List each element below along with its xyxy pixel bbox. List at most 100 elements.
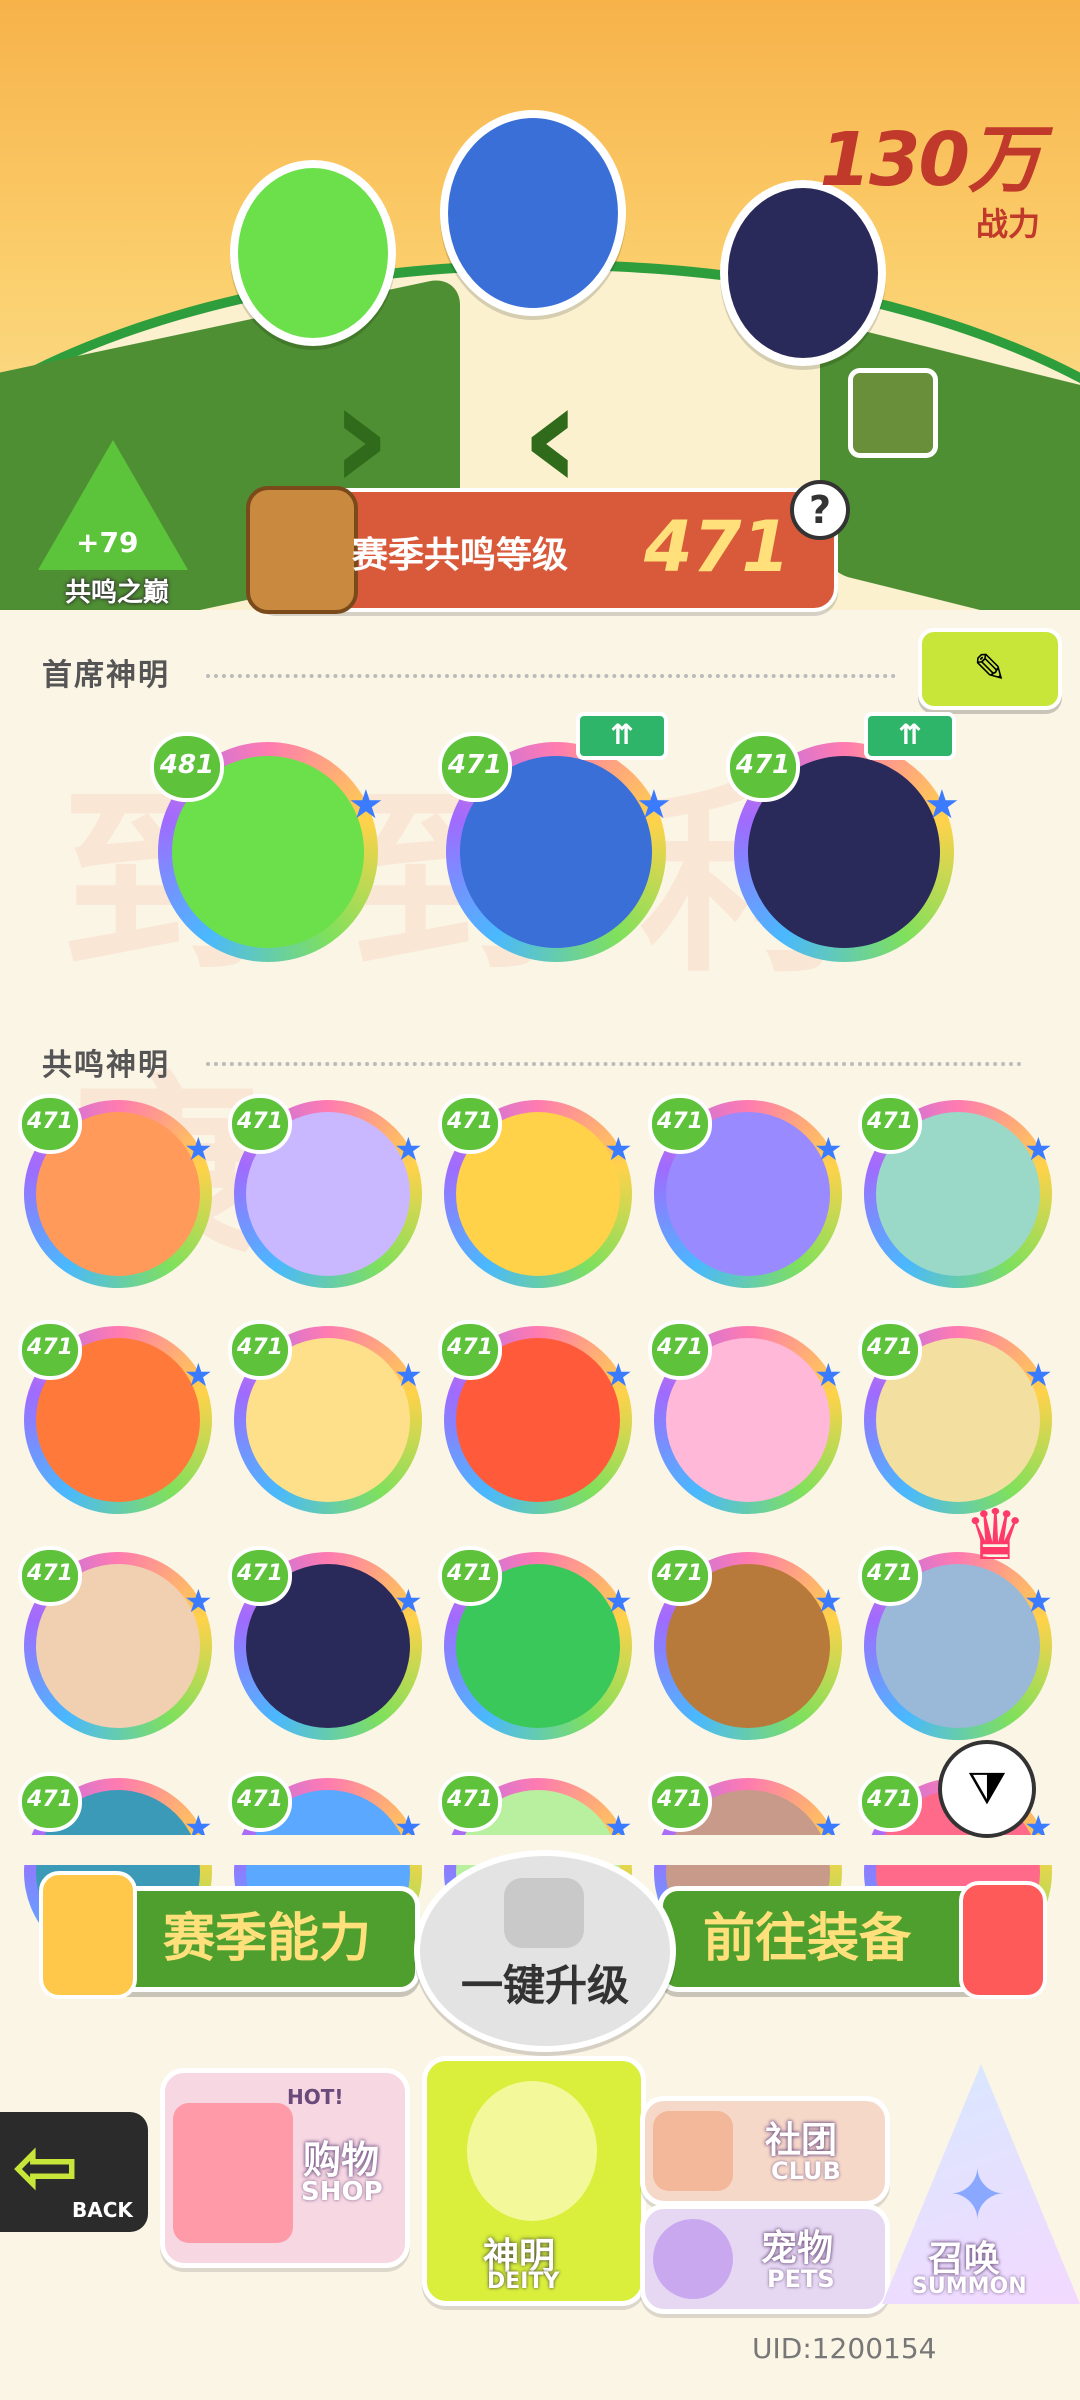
resonance-deity-card[interactable]: 471 ★ <box>648 1546 843 1740</box>
filter-icon: ⧩ <box>967 1763 1007 1814</box>
level-badge: 471 <box>18 1320 82 1380</box>
resonance-deity-card[interactable]: 471 ★ <box>648 1094 843 1288</box>
barrel-icon <box>246 486 358 614</box>
star-icon: ★ <box>924 782 960 828</box>
level-badge: 481 <box>150 732 224 802</box>
combat-power: 130万 战力 <box>820 100 1042 245</box>
level-badge: 471 <box>858 1094 922 1154</box>
level-badge: 471 <box>648 1320 712 1380</box>
chief-deity-title: 首席神明 <box>42 658 170 693</box>
crown-icon: ♛ <box>964 1494 1027 1576</box>
star-icon: ★ <box>1024 1356 1053 1394</box>
resonance-deity-card[interactable]: 471 ★ <box>18 1546 213 1740</box>
flip-flop-icon <box>959 1881 1047 1999</box>
nav-deity[interactable]: 神明 DEITY <box>422 2056 646 2306</box>
season-level-value: 471 <box>644 506 791 588</box>
nav-shop[interactable]: HOT! 购物 SHOP <box>160 2068 410 2268</box>
peak-bonus: +79 <box>76 526 139 559</box>
level-badge: 471 <box>18 1772 82 1832</box>
go-equipment-button[interactable]: 前往装备 <box>658 1881 1047 1999</box>
peak-label: 共鸣之巅 <box>64 578 169 608</box>
star-icon: ★ <box>814 1356 843 1394</box>
go-equipment-label: 前往装备 <box>703 1909 912 1969</box>
chief-deity-card[interactable]: 471 ★ ⇈ <box>726 712 960 962</box>
back-button[interactable]: ⇦ BACK <box>0 2112 148 2232</box>
star-icon: ★ <box>1024 1130 1053 1168</box>
edit-team-button[interactable]: ✎ <box>918 628 1062 710</box>
one-click-upgrade-button[interactable]: 一键升级 <box>414 1850 676 2052</box>
shop-hot-badge: HOT! <box>287 2085 344 2109</box>
nav-summon[interactable]: ✦ 召唤 SUMMON <box>882 2064 1080 2304</box>
season-level-label: 赛季共鸣等级 <box>352 535 569 576</box>
resonance-deity-card[interactable]: 471 ★ <box>858 1320 1053 1514</box>
resonance-deity-title: 共鸣神明 <box>42 1048 170 1083</box>
back-label: BACK <box>72 2198 133 2222</box>
resonance-peak-button[interactable]: +79 共鸣之巅 <box>38 440 188 610</box>
pets-label-cn: 宠物 <box>761 2228 834 2269</box>
season-level-banner[interactable]: 赛季共鸣等级 471 <box>246 486 838 614</box>
nav-club[interactable]: 社团 CLUB <box>640 2096 890 2206</box>
level-badge: 471 <box>228 1772 292 1832</box>
level-badge: 471 <box>438 732 512 802</box>
help-icon[interactable]: ? <box>790 480 850 540</box>
star-icon: ★ <box>1024 1582 1053 1620</box>
level-badge: 471 <box>228 1320 292 1380</box>
club-bag-icon <box>653 2111 733 2191</box>
resonance-deity-card[interactable]: 471 ★ <box>228 1320 423 1514</box>
vending-machine-icon <box>173 2103 293 2243</box>
level-badge: 471 <box>858 1320 922 1380</box>
resonance-deity-card[interactable]: 471 ★ <box>438 1546 633 1740</box>
upgrade-available-icon: ⇈ <box>576 712 668 760</box>
deity-character-icon <box>467 2081 597 2221</box>
radio-box-icon[interactable] <box>848 368 938 458</box>
level-badge: 471 <box>648 1546 712 1606</box>
one-click-upgrade-label: 一键升级 <box>460 1961 629 2010</box>
upgrade-available-icon: ⇈ <box>864 712 956 760</box>
team-character-green[interactable] <box>230 160 396 346</box>
level-badge: 471 <box>438 1546 502 1606</box>
nav-pets[interactable]: 宠物 PETS <box>640 2204 890 2314</box>
shop-label-en: SHOP <box>301 2177 383 2207</box>
level-badge: 471 <box>648 1772 712 1832</box>
divider <box>206 1062 1022 1066</box>
season-ability-button[interactable]: 赛季能力 <box>39 1871 420 1999</box>
team-character-blue[interactable] <box>440 110 626 316</box>
level-badge: 471 <box>648 1094 712 1154</box>
level-badge: 471 <box>18 1546 82 1606</box>
resonance-deity-card[interactable]: 471 ★ <box>438 1320 633 1514</box>
resonance-deity-card[interactable]: 471 ★ <box>228 1094 423 1288</box>
club-label-cn: 社团 <box>765 2120 838 2161</box>
star-icon: ★ <box>184 1130 213 1168</box>
user-id: UID:1200154 <box>752 2332 937 2365</box>
bubble-tea-icon <box>39 1871 137 1999</box>
club-label-en: CLUB <box>771 2157 841 2185</box>
resonance-deity-card[interactable]: 471 ★ ♛ <box>858 1494 1053 1740</box>
season-ability-label: 赛季能力 <box>163 1909 372 1969</box>
resonance-deity-card[interactable]: 471 ★ <box>858 1094 1053 1288</box>
level-badge: 471 <box>18 1094 82 1154</box>
resonance-deity-card[interactable]: 471 ★ <box>18 1320 213 1514</box>
summon-label-en: SUMMON <box>912 2274 1027 2299</box>
filter-button[interactable]: ⧩ <box>938 1740 1036 1838</box>
chief-deity-card[interactable]: 481 ★ <box>150 732 384 962</box>
star-icon: ★ <box>814 1130 843 1168</box>
resonance-deity-card[interactable]: 471 ★ <box>228 1546 423 1740</box>
pet-icon <box>653 2219 733 2299</box>
deity-label-en: DEITY <box>487 2269 560 2294</box>
star-icon: ★ <box>394 1582 423 1620</box>
level-badge: 471 <box>726 732 800 802</box>
resonance-deity-card[interactable]: 471 ★ <box>438 1094 633 1288</box>
pencil-icon: ✎ <box>973 646 1007 692</box>
star-icon: ★ <box>394 1356 423 1394</box>
level-badge: 471 <box>858 1772 922 1832</box>
star-icon: ★ <box>184 1582 213 1620</box>
divider <box>206 674 896 678</box>
level-badge: 471 <box>228 1546 292 1606</box>
pets-label-en: PETS <box>767 2265 835 2293</box>
chief-deity-card[interactable]: 471 ★ ⇈ <box>438 712 672 962</box>
resonance-deity-card[interactable]: 471 ★ <box>18 1094 213 1288</box>
back-arrow-icon: ⇦ <box>12 2120 80 2213</box>
resonance-deity-card[interactable]: 471 ★ <box>648 1320 843 1514</box>
level-badge: 471 <box>228 1094 292 1154</box>
star-icon: ★ <box>604 1356 633 1394</box>
